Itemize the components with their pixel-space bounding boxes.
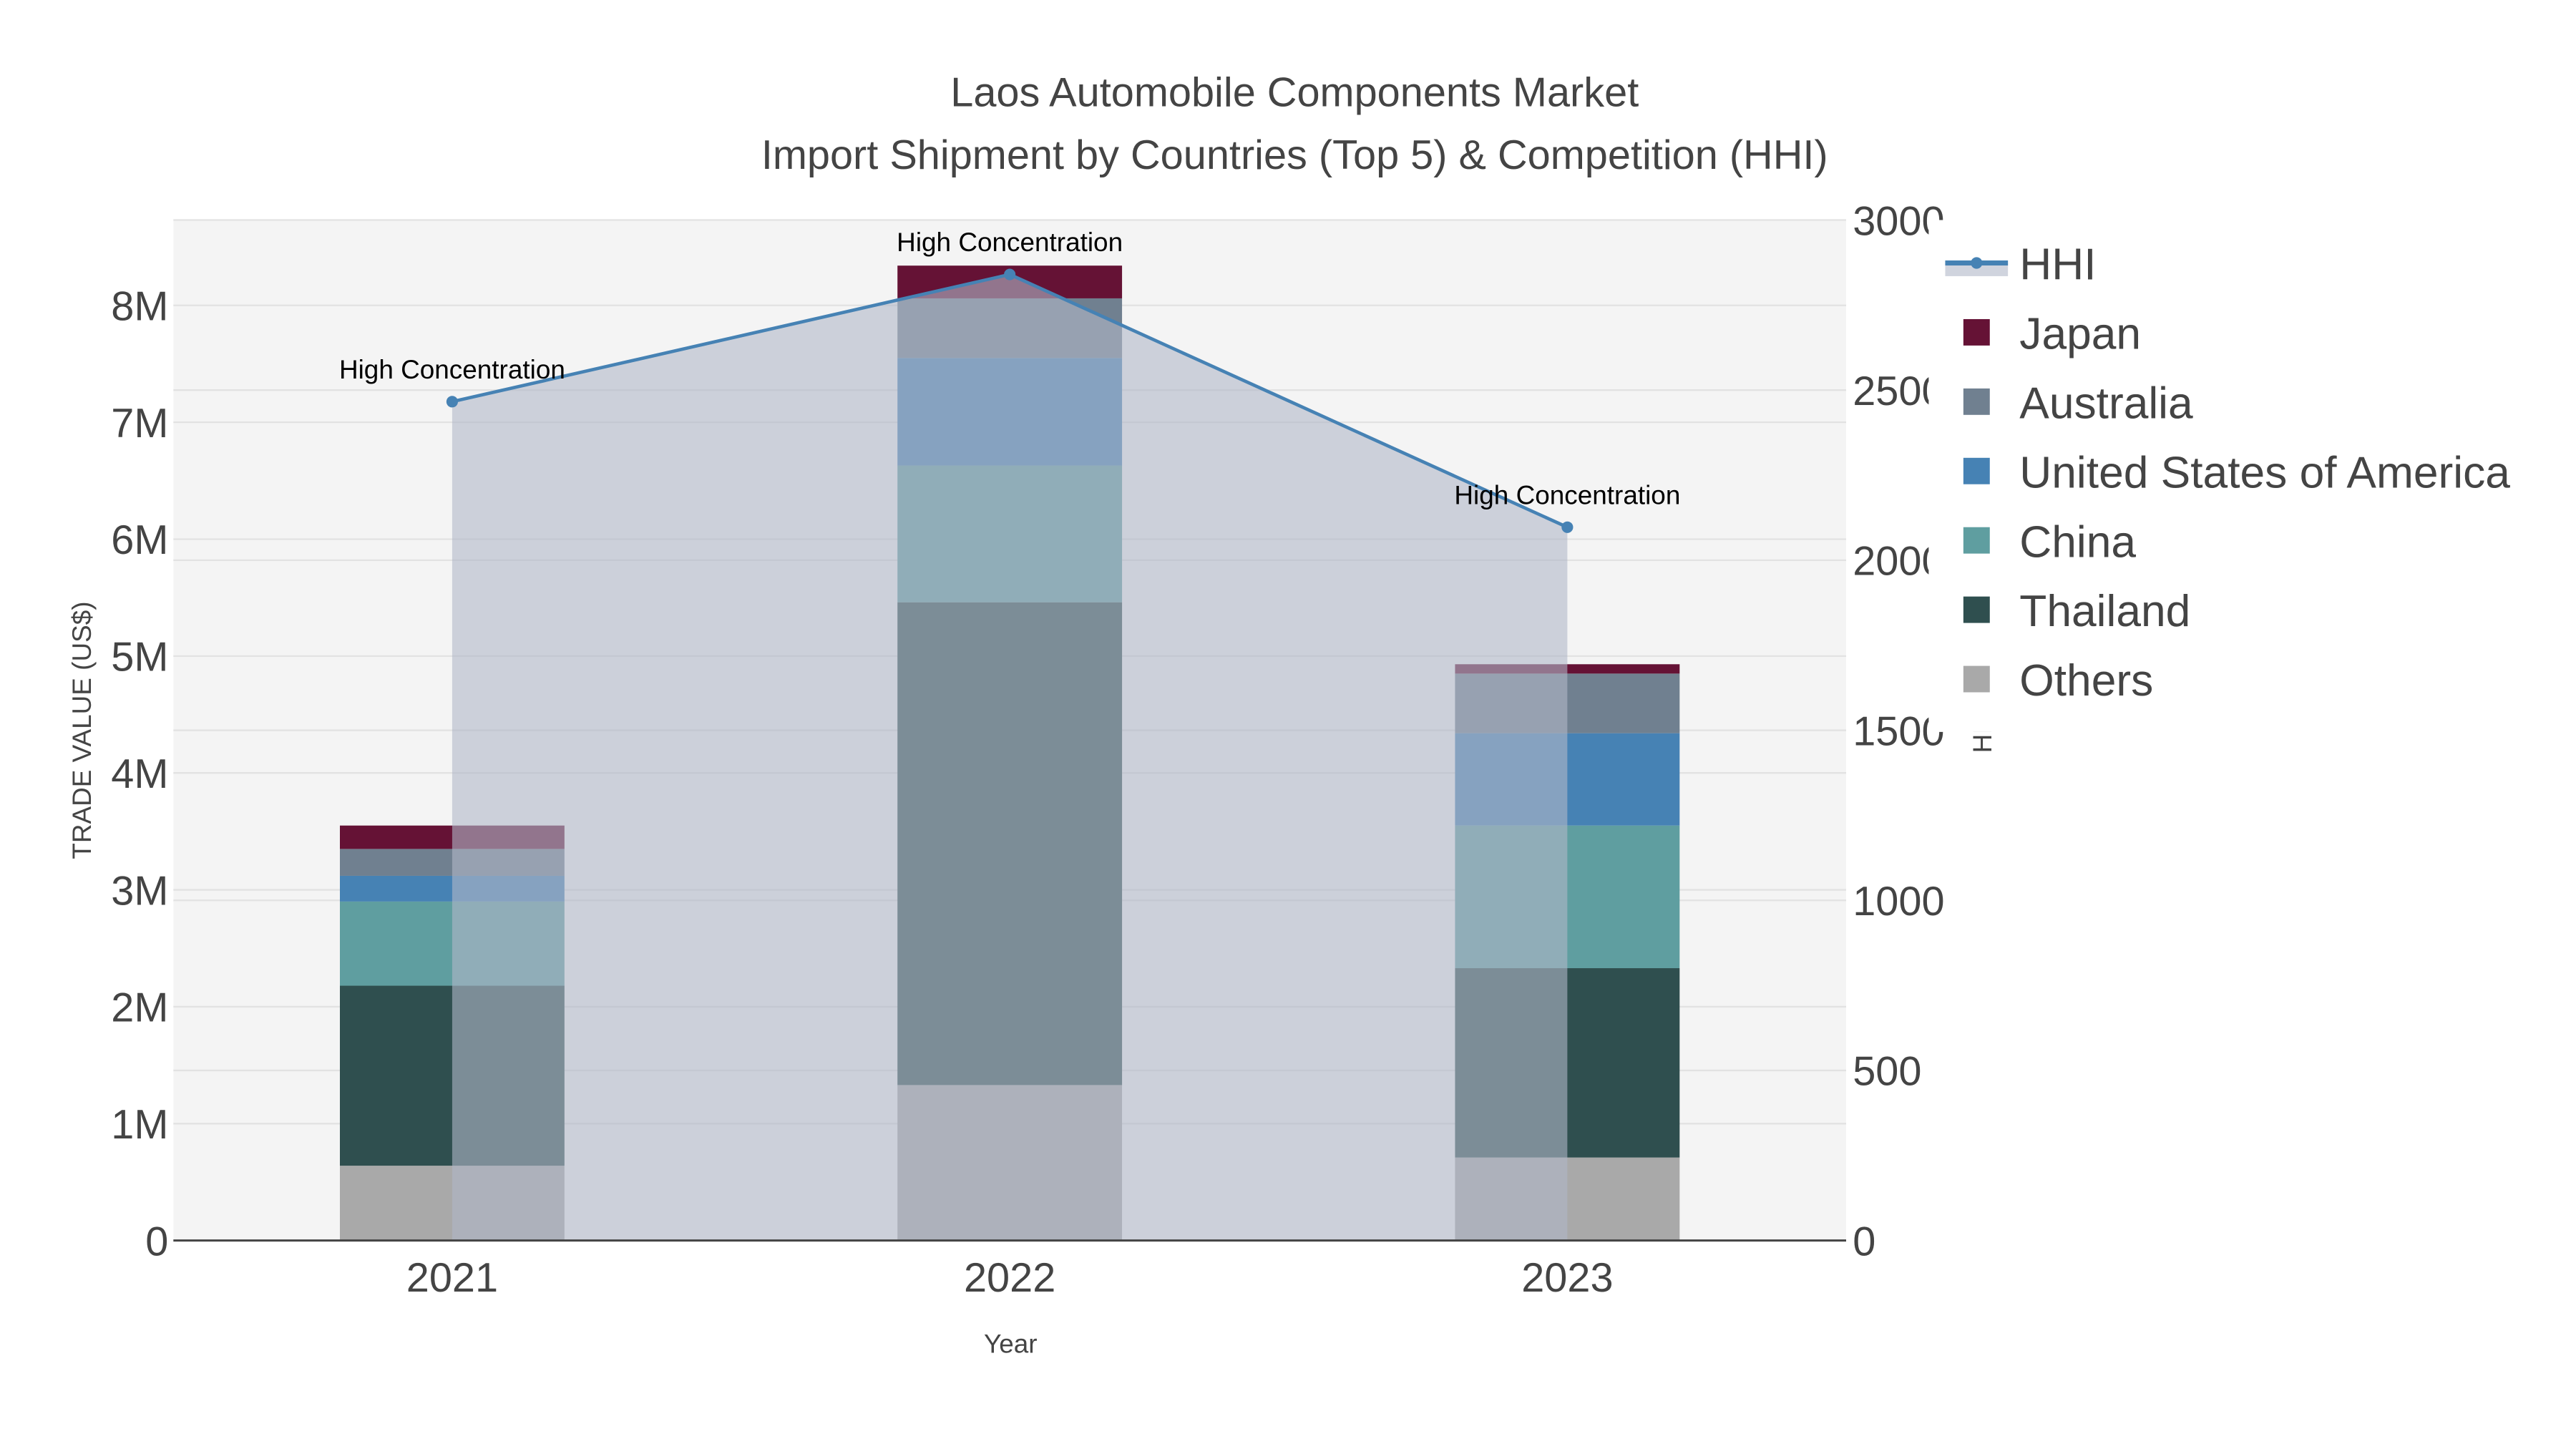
y-tick-label: 1M (111, 1102, 168, 1148)
y-axis-title: TRADE VALUE (US$) (67, 601, 97, 859)
chart: High Concentration High Concentration High… (67, 69, 2576, 1359)
legend: HHI Japan Australia United States of Americ… (1928, 220, 2576, 732)
y-tick-label: 8M (111, 284, 168, 330)
chart-subtitle: Import Shipment by Countries (Top 5) & C… (761, 132, 1828, 178)
legend-swatch (1963, 596, 1990, 623)
y-tick-label: 3M (111, 868, 168, 914)
y2-tick-label: 0 (1853, 1219, 1875, 1264)
y-axis-ticks: 0 1M 2M 3M 4M 5M 6M 7M 8M (111, 284, 168, 1265)
legend-swatch (1963, 527, 1990, 554)
hhi-point-2022[interactable] (1004, 268, 1016, 280)
y-tick-label: 0 (145, 1219, 168, 1264)
y-tick-label: 5M (111, 635, 168, 680)
annotation-2022: High Concentration (897, 228, 1123, 257)
legend-label: HHI (2019, 240, 2096, 290)
legend-swatch (1963, 665, 1990, 693)
chart-title: Laos Automobile Components Market (950, 69, 1639, 115)
annotation-2021: High Concentration (339, 355, 565, 384)
y-tick-label: 6M (111, 517, 168, 563)
x-tick-label: 2022 (964, 1255, 1055, 1301)
legend-swatch (1963, 388, 1990, 415)
legend-label: China (2019, 517, 2136, 567)
y-tick-label: 4M (111, 751, 168, 797)
y-tick-label: 2M (111, 985, 168, 1031)
legend-label: Japan (2019, 309, 2141, 358)
annotation-2023: High Concentration (1454, 480, 1680, 509)
legend-label: Others (2019, 656, 2153, 706)
legend-marker-icon (1971, 257, 1983, 269)
x-axis-ticks: 2021 2022 2023 (406, 1255, 1614, 1301)
y2-tick-label: 500 (1853, 1049, 1921, 1095)
legend-label: Australia (2019, 379, 2193, 428)
legend-label: United States of America (2019, 448, 2510, 497)
legend-label: Thailand (2019, 587, 2190, 636)
legend-swatch (1963, 318, 1990, 346)
x-axis-title: Year (984, 1330, 1038, 1359)
x-tick-label: 2021 (406, 1255, 498, 1301)
x-tick-label: 2023 (1521, 1255, 1613, 1301)
hhi-point-2021[interactable] (446, 396, 458, 408)
legend-item-united-states-of-america[interactable]: United States of America (1963, 448, 2510, 497)
hhi-point-2023[interactable] (1561, 521, 1574, 533)
y-tick-label: 7M (111, 401, 168, 447)
legend-swatch (1963, 457, 1990, 484)
y2-tick-label: 1000 (1853, 879, 1944, 924)
